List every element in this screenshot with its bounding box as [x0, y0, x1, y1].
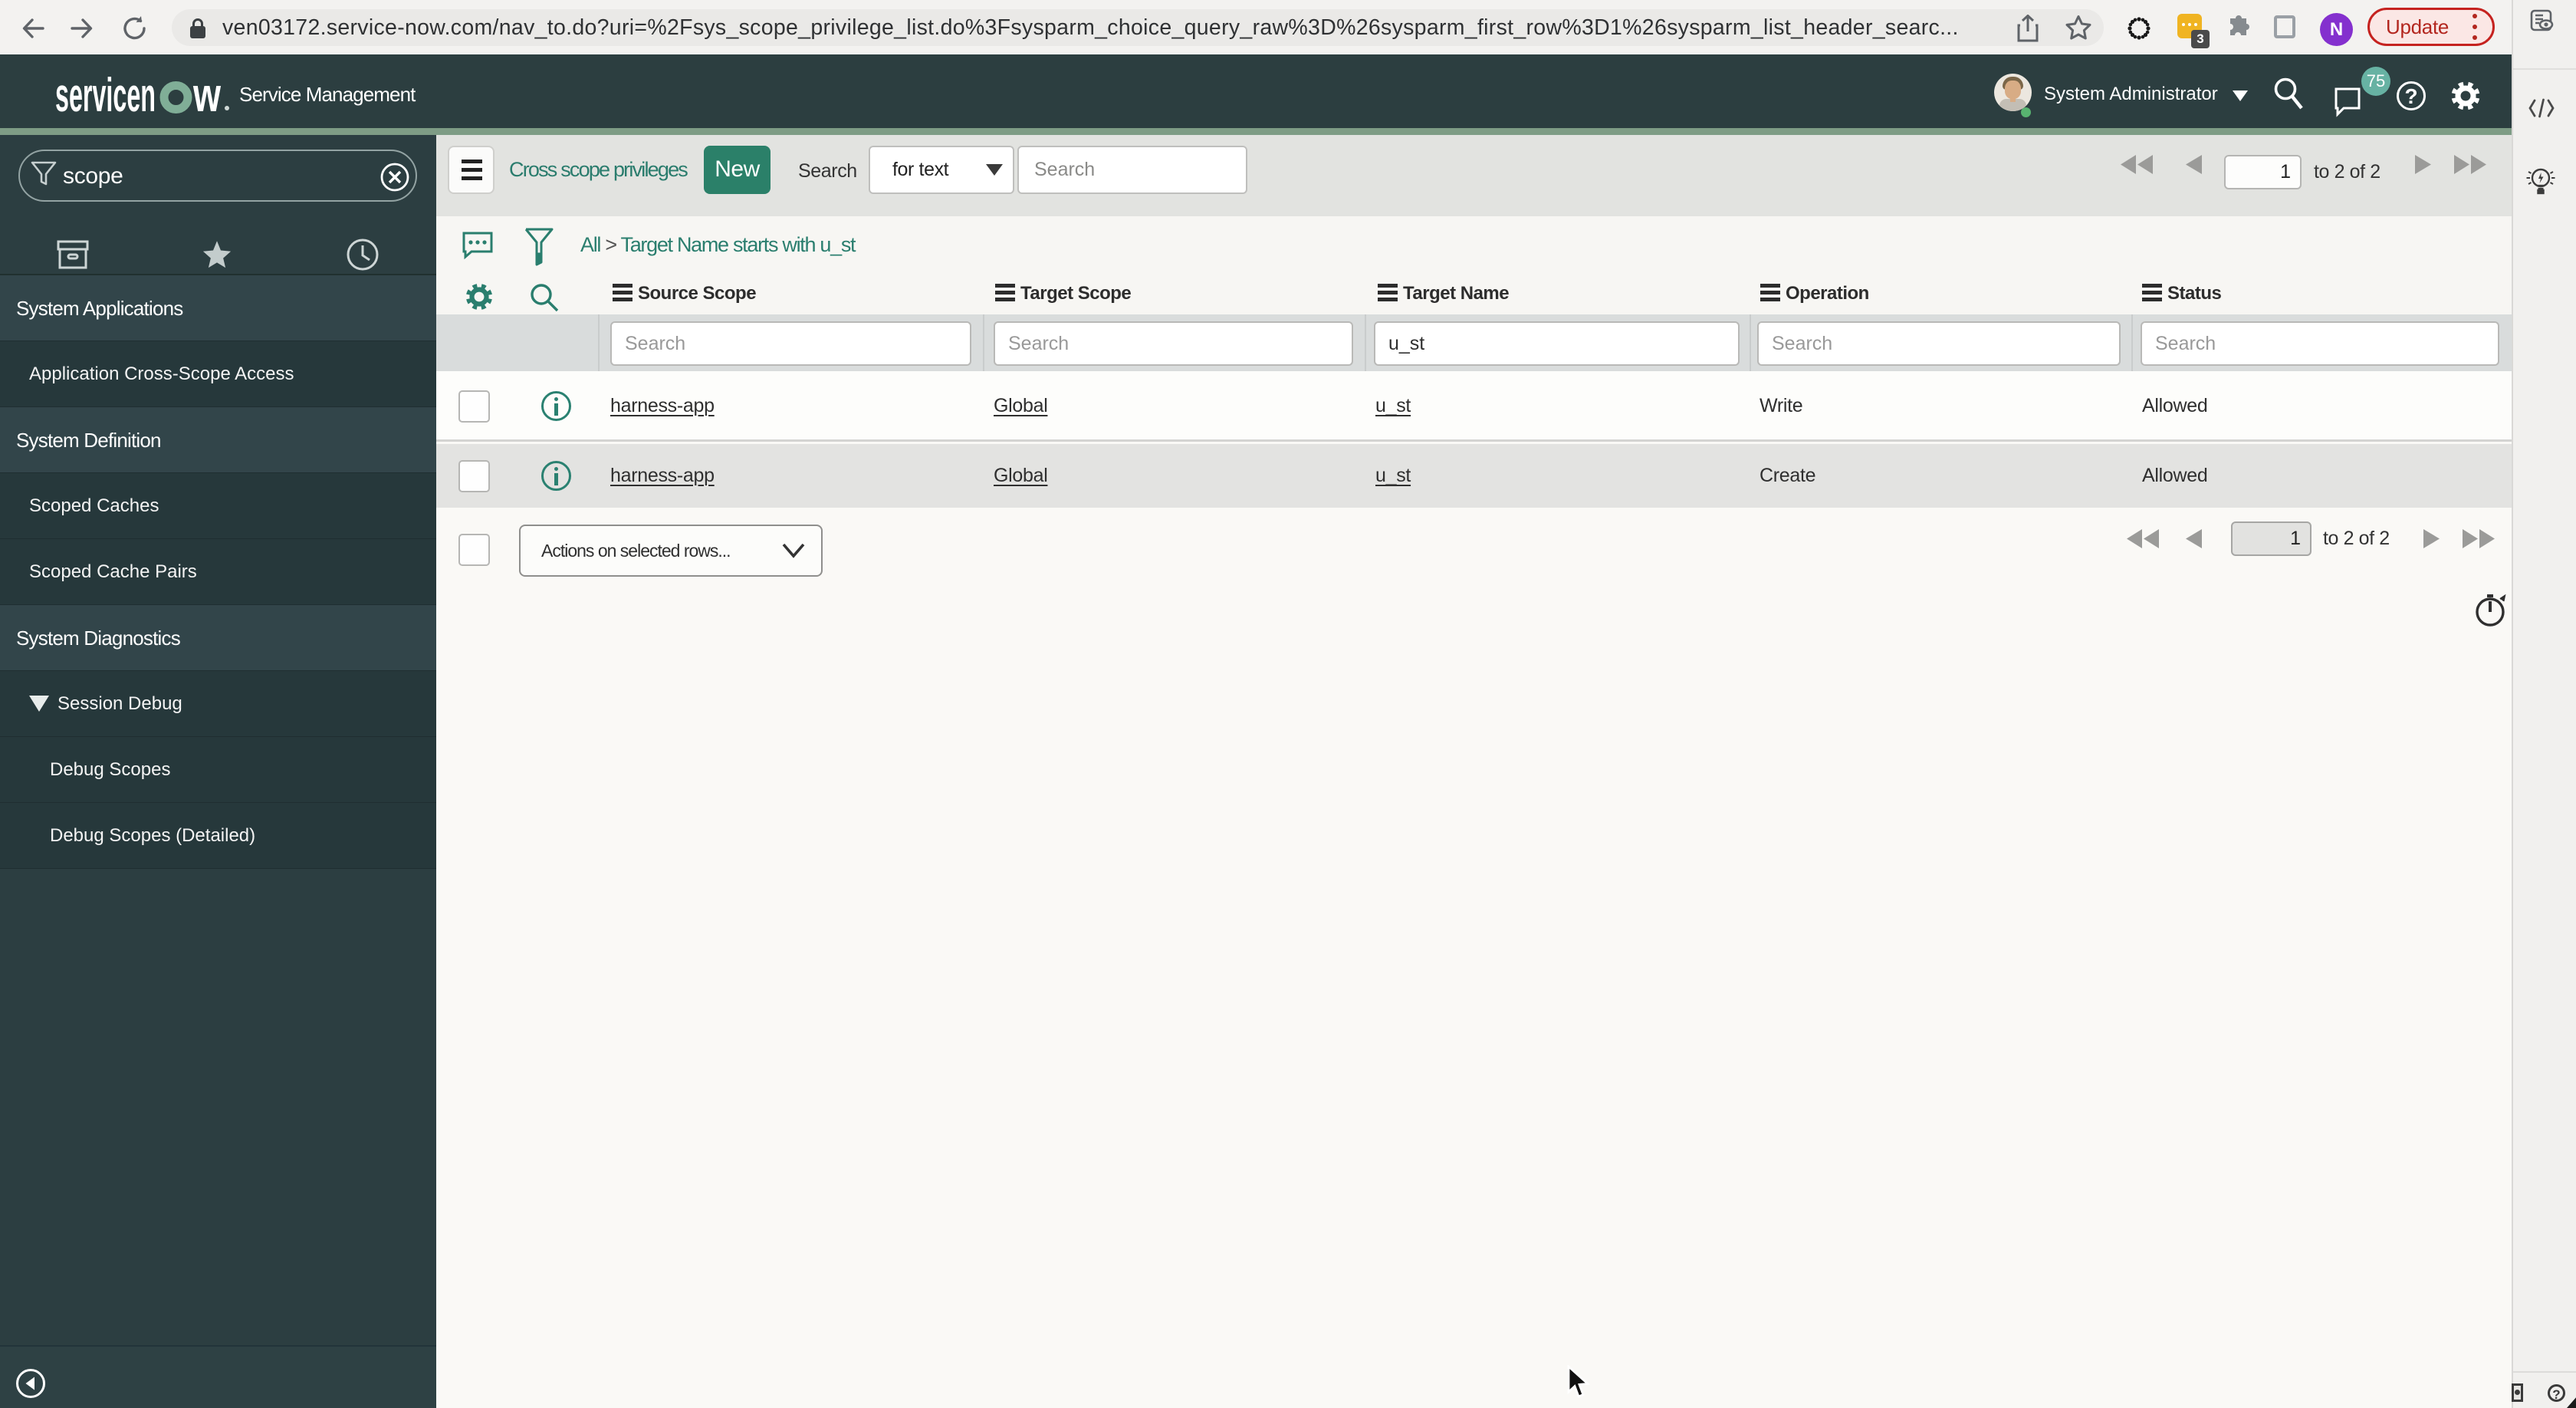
- svg-text:servicen: servicen: [55, 69, 156, 122]
- svg-text:w: w: [192, 69, 221, 122]
